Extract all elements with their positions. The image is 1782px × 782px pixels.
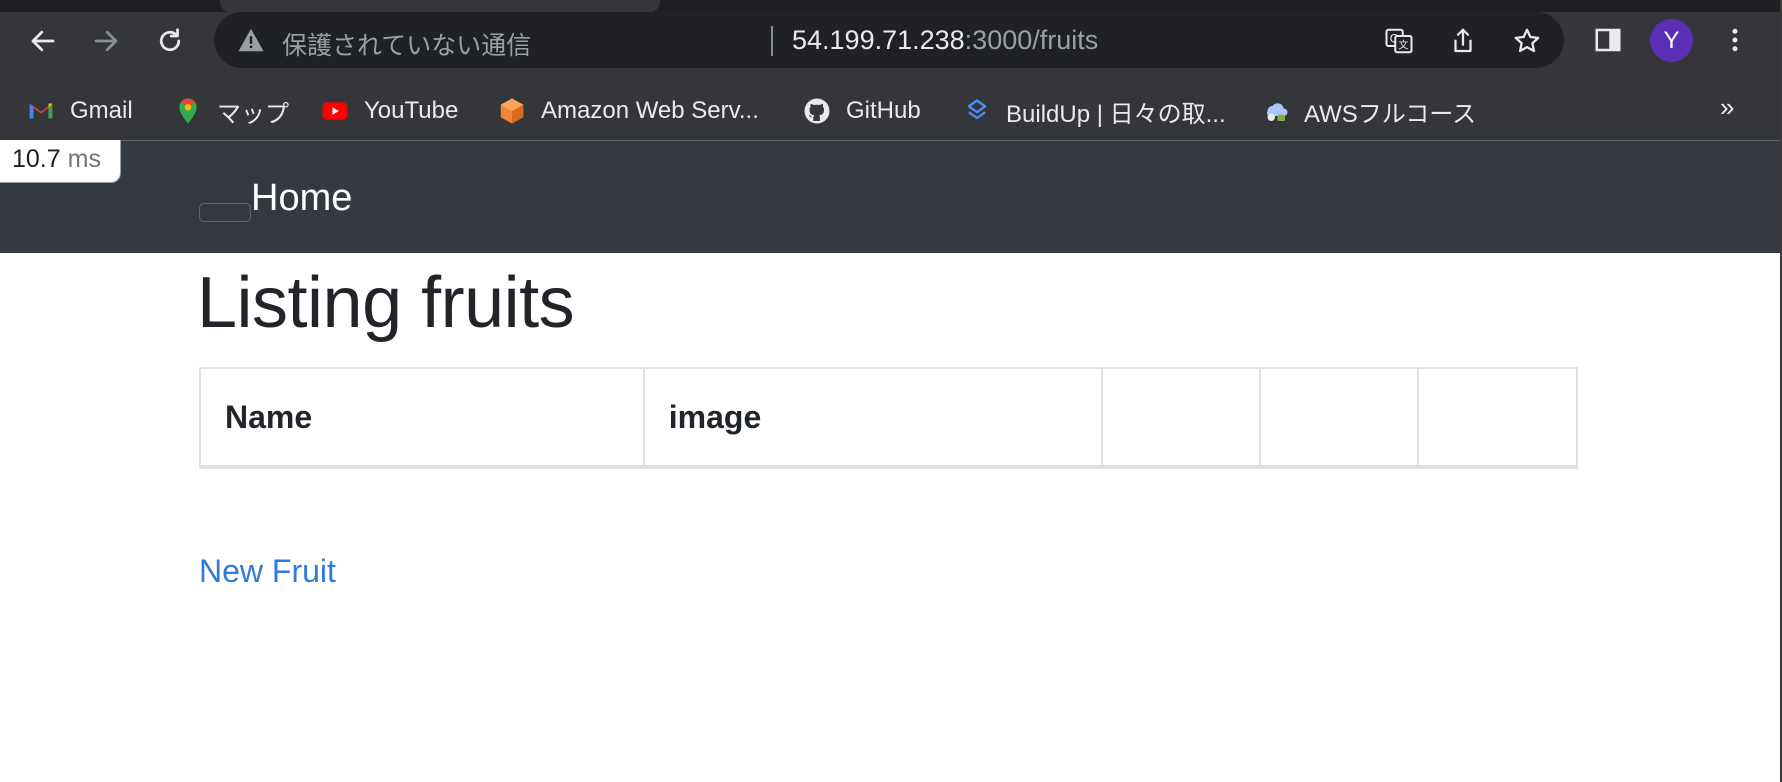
new-fruit-link[interactable]: New Fruit (199, 553, 336, 590)
column-header-image: image (642, 367, 1104, 469)
kebab-menu-icon (1732, 28, 1738, 52)
translate-button[interactable]: G文 (1382, 24, 1416, 58)
bookmarks-overflow-button[interactable]: » (1720, 92, 1734, 123)
github-icon (802, 96, 832, 126)
bookmark-label: AWSフルコース (1304, 100, 1477, 128)
page-title: Listing fruits (197, 263, 575, 343)
side-panel-button[interactable] (1588, 20, 1628, 60)
url-path: :3000/fruits (964, 25, 1099, 55)
profiler-badge[interactable]: 10.7 ms (0, 140, 121, 183)
navbar-toggler[interactable] (199, 203, 251, 222)
profiler-value: 10.7 (12, 145, 61, 173)
navbar-brand-home[interactable]: Home (251, 177, 352, 220)
share-button[interactable] (1446, 24, 1480, 58)
forward-button[interactable] (85, 20, 127, 62)
table-header-row: Name image (199, 367, 1578, 469)
profiler-unit: ms (67, 145, 101, 173)
arrow-left-icon (31, 30, 55, 52)
column-header-name: Name (199, 367, 645, 469)
youtube-icon (320, 96, 350, 126)
bookmark-label: Amazon Web Serv... (541, 97, 759, 124)
bookmark-buildup[interactable]: BuildUp | 日々の取... (962, 94, 1226, 128)
bookmarks-bar: Gmail マップ YouTube Amazon Web Serv... Git… (0, 82, 1780, 141)
site-navbar: Home (0, 141, 1780, 253)
aws-icon (497, 96, 527, 126)
bookmark-gmail[interactable]: Gmail (26, 94, 133, 128)
fruits-table: Name image (199, 367, 1578, 469)
column-header-blank (1417, 367, 1578, 469)
side-panel-icon (1595, 28, 1621, 52)
bookmark-label: マップ (217, 100, 289, 128)
aws-course-icon (1260, 96, 1290, 126)
bookmark-star-button[interactable] (1510, 24, 1544, 58)
maps-icon (173, 96, 203, 126)
bookmark-label: YouTube (364, 97, 459, 124)
menu-button[interactable] (1715, 20, 1755, 60)
tab-strip (0, 0, 1780, 12)
reload-button[interactable] (149, 20, 191, 62)
bookmark-label: GitHub (846, 97, 921, 124)
bookmark-label: BuildUp | 日々の取... (1006, 100, 1226, 128)
column-header-blank (1258, 367, 1420, 469)
url-text[interactable]: 54.199.71.238:3000/fruits (792, 25, 1098, 56)
arrow-right-icon (94, 30, 118, 52)
translate-icon: G文 (1385, 28, 1413, 54)
bookmark-youtube[interactable]: YouTube (320, 94, 458, 128)
star-icon (1514, 28, 1540, 53)
address-separator (771, 26, 773, 56)
svg-text:文: 文 (1398, 39, 1408, 52)
warning-icon[interactable] (236, 25, 266, 55)
bookmark-aws-course[interactable]: AWSフルコース (1260, 94, 1476, 128)
bookmark-label: Gmail (70, 97, 133, 124)
share-icon (1454, 28, 1472, 53)
bookmark-github[interactable]: GitHub (802, 94, 921, 128)
back-button[interactable] (22, 20, 64, 62)
bookmark-maps[interactable]: マップ (173, 94, 289, 128)
bookmark-aws[interactable]: Amazon Web Serv... (497, 94, 759, 128)
reload-icon (159, 28, 181, 52)
address-bar[interactable]: 保護されていない通信 54.199.71.238:3000/fruits G文 (214, 12, 1564, 68)
gmail-icon (26, 96, 56, 126)
column-header-blank (1101, 367, 1261, 469)
profile-avatar[interactable]: Y (1650, 19, 1693, 62)
security-warning-text[interactable]: 保護されていない通信 (282, 26, 531, 62)
active-tab-edge[interactable] (220, 0, 660, 12)
url-host: 54.199.71.238 (792, 25, 965, 55)
browser-toolbar: 保護されていない通信 54.199.71.238:3000/fruits G文 … (0, 0, 1780, 82)
buildup-icon (962, 96, 992, 126)
